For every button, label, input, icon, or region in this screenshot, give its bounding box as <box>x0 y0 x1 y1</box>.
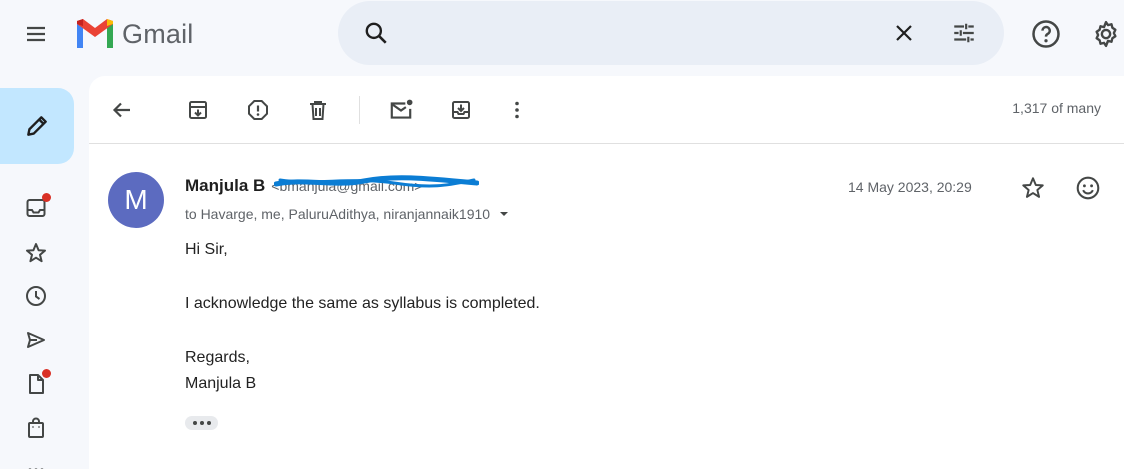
star-icon <box>26 243 46 263</box>
compose-button[interactable] <box>0 88 74 164</box>
chevron-down-icon[interactable] <box>496 206 512 222</box>
body-closing: Regards, <box>185 349 250 366</box>
clear-icon[interactable] <box>880 9 928 57</box>
toolbar-divider <box>359 96 360 124</box>
show-trimmed-content-button[interactable] <box>185 416 218 430</box>
emoji-react-icon[interactable] <box>1070 170 1106 206</box>
back-arrow-icon[interactable] <box>102 90 142 130</box>
gmail-logo[interactable]: Gmail <box>74 14 194 54</box>
pagination-label: 1,317 of many <box>1012 100 1101 116</box>
redaction-scribble <box>274 175 479 188</box>
help-icon[interactable] <box>1022 10 1070 58</box>
pencil-icon <box>27 116 47 136</box>
filter-options-icon[interactable] <box>940 9 988 57</box>
settings-icon[interactable] <box>1082 10 1124 58</box>
star-icon[interactable] <box>1015 170 1051 206</box>
recipients-text: to Havarge, me, PaluruAdithya, niranjann… <box>185 206 491 222</box>
rail-item-inbox[interactable] <box>20 192 52 224</box>
recipients-line[interactable]: to Havarge, me, PaluruAdithya, niranjann… <box>185 206 512 222</box>
message-toolbar: 1,317 of many <box>89 76 1124 144</box>
rail-item-drafts[interactable] <box>20 368 52 400</box>
sender-name[interactable]: Manjula B <box>185 176 265 196</box>
message-date: 14 May 2023, 20:29 <box>848 179 972 195</box>
inbox-unread-badge <box>42 193 51 202</box>
avatar[interactable]: M <box>108 172 164 228</box>
rail-item-snoozed[interactable] <box>20 280 52 312</box>
move-to-icon[interactable] <box>441 90 481 130</box>
send-icon <box>27 332 45 348</box>
top-bar: Gmail <box>0 0 1124 68</box>
search-bar[interactable] <box>338 1 1004 65</box>
message-view: 1,317 of many M Manjula B <bmanjula@gmai… <box>89 76 1124 469</box>
hamburger-menu-icon[interactable] <box>12 11 60 57</box>
report-spam-icon[interactable] <box>238 90 278 130</box>
rail-item-sent[interactable] <box>20 324 52 356</box>
mark-unread-icon[interactable] <box>381 90 421 130</box>
drafts-badge <box>42 369 51 378</box>
search-icon[interactable] <box>352 9 400 57</box>
more-horizontal-icon <box>28 468 44 469</box>
rail-item-more[interactable] <box>20 452 52 469</box>
archive-icon[interactable] <box>178 90 218 130</box>
gmail-m-icon <box>77 19 113 48</box>
body-paragraph: I acknowledge the same as syllabus is co… <box>185 295 540 312</box>
shopping-bag-icon <box>28 417 44 438</box>
rail-item-starred[interactable] <box>20 237 52 269</box>
more-vertical-icon[interactable] <box>497 90 537 130</box>
gmail-logo-text: Gmail <box>122 18 194 49</box>
delete-icon[interactable] <box>298 90 338 130</box>
body-greeting: Hi Sir, <box>185 241 228 258</box>
body-signature: Manjula B <box>185 375 257 392</box>
search-input[interactable] <box>402 13 882 53</box>
clock-icon <box>26 286 46 306</box>
rail-item-purchases[interactable] <box>20 412 52 444</box>
